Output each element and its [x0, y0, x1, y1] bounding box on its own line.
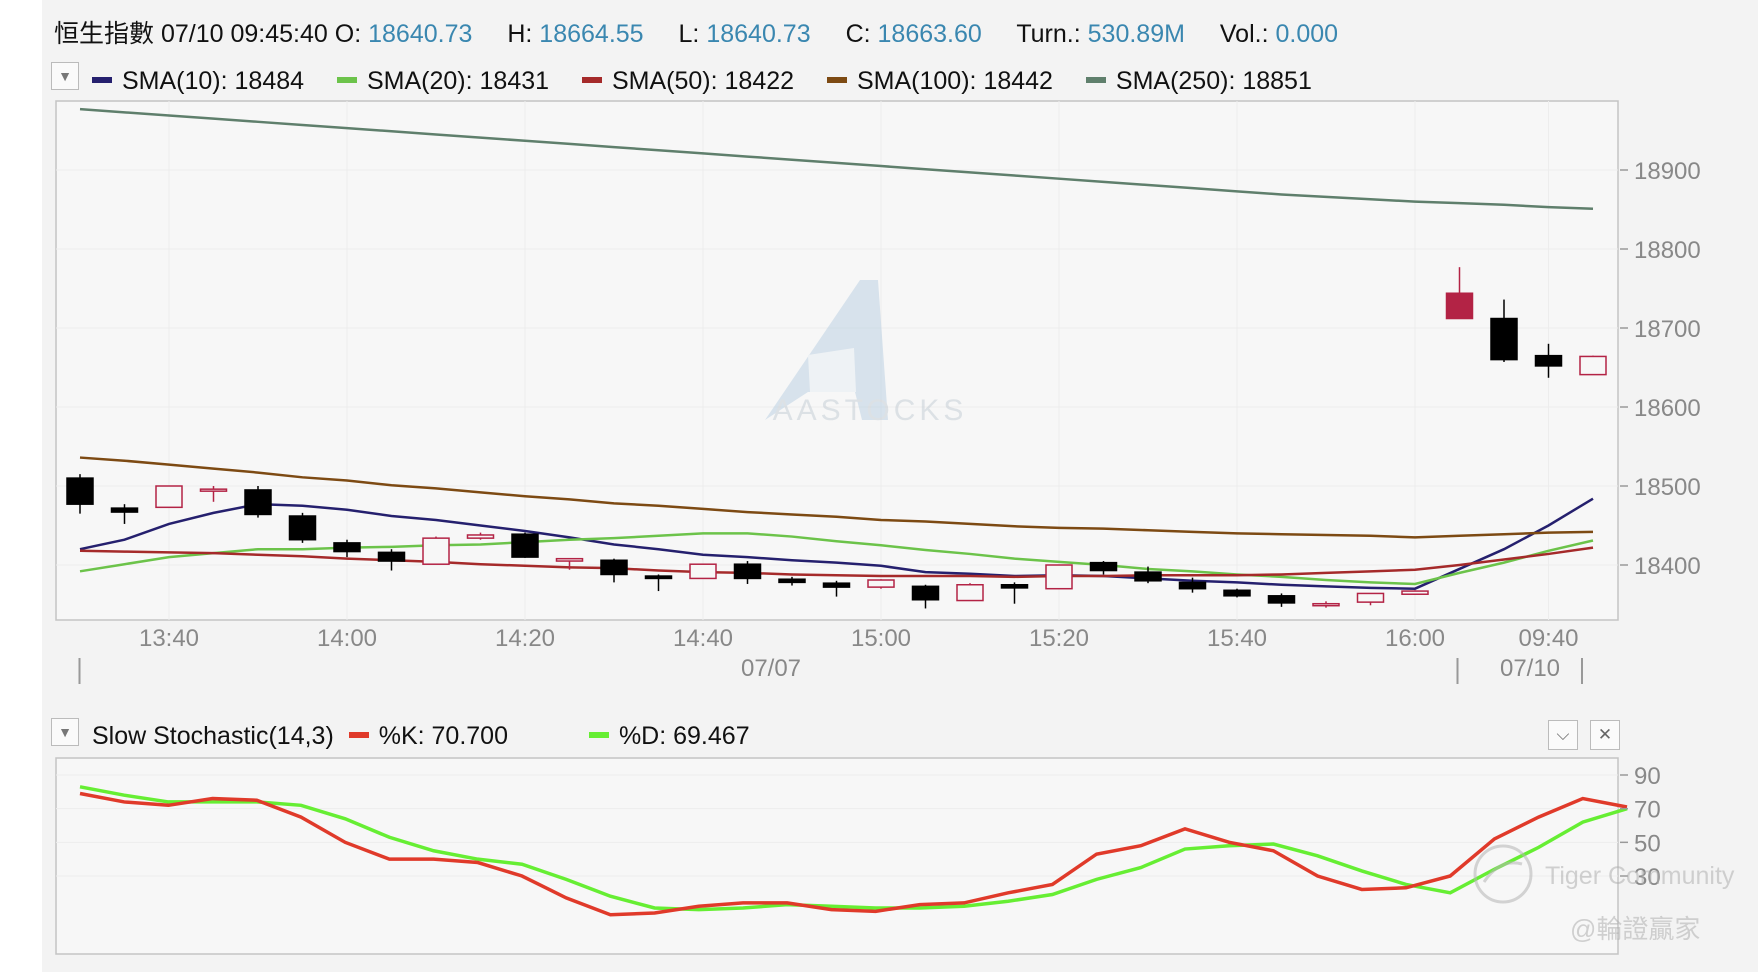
candle-body: [466, 534, 495, 539]
price-tick-label: 18500: [1634, 474, 1701, 501]
price-tick-label: 18800: [1634, 237, 1701, 264]
time-tick-label: 14:00: [317, 625, 377, 652]
candle-body: [555, 557, 584, 562]
time-tick-label: 16:00: [1385, 625, 1445, 652]
stoch-plot-area: [55, 757, 1619, 955]
candle-body: [66, 477, 94, 505]
time-tick-label: 15:40: [1207, 625, 1267, 652]
candle-body: [956, 584, 984, 602]
price-tick-label: 18900: [1634, 158, 1701, 185]
candle-body: [1445, 292, 1474, 320]
candle-body: [1312, 602, 1340, 607]
candle-body: [1356, 592, 1385, 603]
candle-body: [778, 578, 806, 584]
price-tick-label: 18600: [1634, 395, 1701, 422]
candle-body: [1490, 317, 1518, 361]
candle-body: [1178, 581, 1207, 590]
handle-watermark-text: @輪證贏家: [1570, 914, 1700, 944]
candle-body: [1579, 355, 1607, 376]
candle-body: [911, 585, 940, 601]
main-time-axis: 13:40 14:00 14:20 14:40 15:00 15:20 15:40 16:00…: [78, 625, 1583, 684]
candle-body: [1534, 354, 1563, 367]
stochastic-chart[interactable]: 30507090 Tiger Community @輪證贏家: [0, 720, 1758, 970]
date-label: 07/07: [741, 655, 801, 682]
time-tick-label: 15:00: [851, 625, 911, 652]
candle-body: [1134, 571, 1162, 582]
candle-body: [644, 575, 673, 580]
aastocks-logo-cutout-icon: [808, 348, 856, 392]
candle-body: [733, 563, 762, 580]
candle-body: [422, 537, 450, 565]
main-price-axis: 18400 18500 18600 18700 18800 18900: [1620, 158, 1701, 580]
candle-body: [689, 563, 717, 580]
stoch-tick-label: 70: [1634, 797, 1661, 824]
candle-body: [600, 559, 628, 576]
time-tick-label: 15:20: [1029, 625, 1089, 652]
candle-body: [244, 489, 272, 516]
candle-body: [155, 485, 183, 509]
candle-body: [377, 551, 406, 562]
candle-body: [1045, 564, 1073, 590]
candle-body: [110, 507, 139, 513]
stoch-tick-label: 50: [1634, 830, 1661, 857]
candle-body: [288, 515, 317, 541]
price-tick-label: 18400: [1634, 553, 1701, 580]
aastocks-watermark-text: AASTOCKS: [773, 394, 968, 427]
candlestick-chart[interactable]: AASTOCKS 184001850018600187001880018900 …: [0, 0, 1758, 700]
time-tick-label: 09:40: [1518, 625, 1578, 652]
candle-body: [822, 582, 851, 588]
tiger-community-text: Tiger Community: [1545, 862, 1735, 890]
candle-body: [199, 488, 228, 492]
time-tick-label: 13:40: [139, 625, 199, 652]
candle-body: [1401, 590, 1429, 595]
candle-body: [867, 579, 895, 588]
candle-body: [1000, 584, 1029, 589]
candle-body: [1089, 561, 1118, 572]
candle-body: [1267, 595, 1296, 604]
candle-body: [333, 542, 361, 553]
time-tick-label: 14:40: [673, 625, 733, 652]
candle-body: [511, 533, 539, 558]
stoch-tick-label: 90: [1634, 763, 1661, 790]
candle-body: [1223, 589, 1251, 597]
price-tick-label: 18700: [1634, 316, 1701, 343]
time-tick-label: 14:20: [495, 625, 555, 652]
date-label: 07/10: [1500, 655, 1560, 682]
